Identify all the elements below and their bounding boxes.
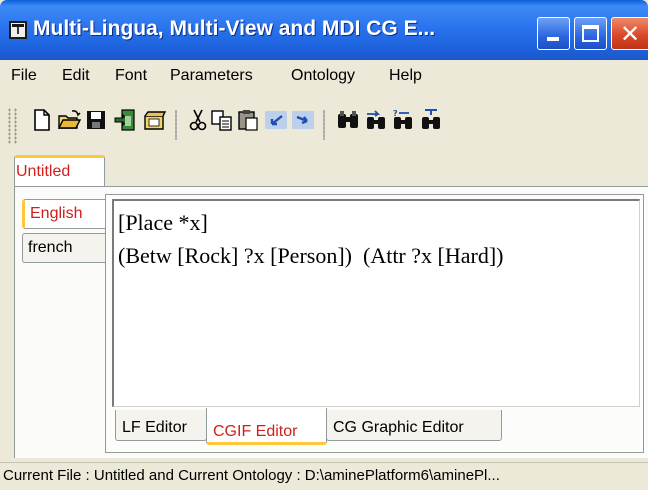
menu-ontology[interactable]: Ontology — [291, 67, 355, 85]
copy-icon[interactable] — [210, 108, 234, 132]
menu-file[interactable]: File — [11, 67, 37, 85]
toolbar-separator — [175, 110, 177, 140]
tab-cgif-editor[interactable]: CGIF Editor — [206, 408, 327, 445]
cut-icon[interactable] — [186, 108, 210, 132]
window-title: Multi-Lingua, Multi-View and MDI CG E... — [33, 17, 436, 40]
find-all-icon[interactable] — [419, 108, 443, 132]
minimize-icon — [547, 37, 559, 41]
paste-icon[interactable] — [236, 108, 260, 132]
cgif-text-area[interactable]: [Place *x] (Betw [Rock] ?x [Person]) (At… — [112, 199, 640, 407]
close-icon: ✕ — [620, 20, 641, 48]
open-folder-icon[interactable] — [57, 108, 81, 132]
cgif-line-1: [Place *x] — [118, 210, 208, 235]
toolbar-separator-2 — [323, 110, 325, 140]
menu-font[interactable]: Font — [115, 67, 147, 85]
title-bar[interactable]: T Multi-Lingua, Multi-View and MDI CG E.… — [0, 0, 648, 60]
menu-parameters[interactable]: Parameters — [170, 67, 253, 85]
toolbar: ? — [0, 94, 648, 152]
tab-english[interactable]: English — [22, 199, 109, 229]
tab-untitled[interactable]: Untitled — [14, 155, 105, 186]
app-window-icon[interactable]: T — [9, 21, 27, 39]
cgif-line-2: (Betw [Rock] ?x [Person]) (Attr ?x [Hard… — [118, 243, 504, 268]
maximize-button[interactable] — [574, 17, 607, 50]
find-icon[interactable] — [336, 108, 360, 132]
undo-icon[interactable] — [264, 108, 288, 132]
svg-text:?: ? — [393, 109, 398, 118]
new-file-icon[interactable] — [30, 108, 54, 132]
app-window: T Multi-Lingua, Multi-View and MDI CG E.… — [0, 0, 648, 490]
maximize-icon — [582, 25, 599, 42]
toolbar-grip-2[interactable] — [14, 108, 17, 144]
menu-edit[interactable]: Edit — [62, 67, 90, 85]
toolbar-grip[interactable] — [8, 108, 11, 144]
save-icon[interactable] — [84, 108, 108, 132]
redo-icon[interactable] — [291, 108, 315, 132]
status-bar: Current File : Untitled and Current Onto… — [0, 462, 648, 490]
close-button[interactable]: ✕ — [611, 17, 648, 50]
minimize-button[interactable] — [537, 17, 570, 50]
find-next-icon[interactable] — [364, 108, 388, 132]
tab-lf-editor[interactable]: LF Editor — [115, 410, 207, 441]
open-ontology-icon[interactable] — [143, 108, 167, 132]
tab-french[interactable]: french — [22, 233, 106, 263]
menu-bar: File Edit Font Parameters Ontology Help — [0, 62, 648, 92]
tab-cg-graphic-editor[interactable]: CG Graphic Editor — [326, 410, 502, 441]
menu-help[interactable]: Help — [389, 67, 422, 85]
exit-icon[interactable] — [113, 108, 137, 132]
find-replace-icon[interactable]: ? — [391, 108, 415, 132]
